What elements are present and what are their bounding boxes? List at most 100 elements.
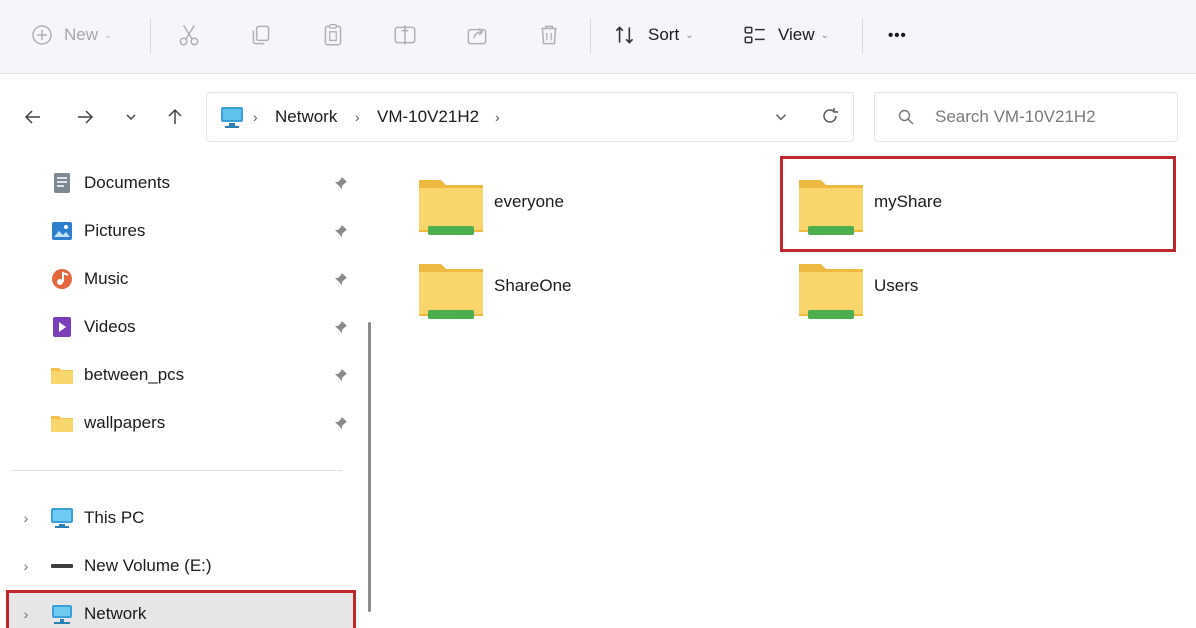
sidebar-item-pictures[interactable]: Pictures: [46, 214, 360, 248]
rename-icon: [392, 22, 418, 48]
rename-button[interactable]: [392, 0, 418, 70]
view-button[interactable]: View ⌄: [742, 0, 829, 70]
more-icon: •••: [888, 26, 907, 44]
pin-icon[interactable]: [332, 174, 350, 192]
pin-icon[interactable]: [332, 270, 350, 288]
folder-name: Users: [874, 276, 919, 295]
sidebar-scrollbar[interactable]: [368, 322, 371, 612]
sidebar-item-this-pc[interactable]: This PC: [46, 501, 360, 535]
sidebar-item-label: Pictures: [84, 221, 146, 240]
shared-folder-icon: [799, 180, 863, 235]
chevron-down-icon: [775, 114, 787, 121]
folder-name: myShare: [874, 192, 943, 211]
breadcrumb-separator: ›: [253, 109, 258, 125]
toolbar-divider: [862, 18, 863, 54]
network-icon: [219, 105, 245, 134]
arrow-up-icon: [168, 108, 182, 124]
copy-button[interactable]: [248, 0, 274, 70]
sidebar-item-new-volume[interactable]: New Volume (E:): [46, 549, 360, 583]
refresh-button[interactable]: [819, 105, 841, 132]
folder-icon: [50, 363, 74, 387]
back-button[interactable]: [18, 100, 48, 134]
address-dropdown-button[interactable]: [773, 109, 789, 130]
sidebar-divider: [12, 470, 342, 471]
folder-icon: [50, 411, 74, 435]
command-bar: New ⌄ Sort ⌄ View ⌄ •••: [0, 0, 1196, 74]
sort-label: Sort: [648, 25, 680, 44]
shared-folder-icon: [419, 180, 483, 235]
breadcrumb-separator: ›: [495, 109, 500, 125]
pin-icon[interactable]: [332, 366, 350, 384]
plus-circle-icon: [30, 23, 54, 47]
new-button[interactable]: New ⌄: [30, 0, 112, 70]
new-label: New: [64, 25, 99, 44]
shared-folder-icon: [419, 264, 483, 319]
clipboard-icon: [320, 22, 346, 48]
address-bar[interactable]: › Network › VM-10V21H2 ›: [206, 92, 854, 142]
chevron-down-icon: ⌄: [104, 29, 113, 41]
recent-locations-button[interactable]: [116, 100, 146, 134]
documents-icon: [50, 171, 74, 195]
chevron-down-icon: [126, 114, 136, 121]
music-icon: [50, 267, 74, 291]
up-button[interactable]: [160, 100, 190, 134]
search-input[interactable]: Search VM-10V21H2: [935, 93, 1096, 141]
chevron-down-icon: ⌄: [820, 29, 829, 41]
folder-shareone[interactable]: ShareOne: [418, 260, 778, 330]
toolbar-divider: [150, 18, 151, 54]
share-icon: [464, 22, 490, 48]
sidebar-item-label: Network: [84, 604, 147, 623]
arrow-right-icon: [78, 110, 94, 124]
sort-arrows-icon: [612, 22, 638, 48]
refresh-icon: [823, 108, 838, 123]
network-icon: [50, 602, 74, 626]
sidebar-item-between-pcs[interactable]: between_pcs: [46, 358, 360, 392]
delete-button[interactable]: [536, 0, 562, 70]
sidebar-item-label: New Volume (E:): [84, 556, 212, 575]
view-label: View: [778, 25, 815, 44]
copy-icon: [248, 22, 274, 48]
pin-icon[interactable]: [332, 318, 350, 336]
shared-folder-icon: [799, 264, 863, 319]
sidebar-item-videos[interactable]: Videos: [46, 310, 360, 344]
share-button[interactable]: [464, 0, 490, 70]
folder-name: everyone: [494, 192, 564, 211]
cut-button[interactable]: [176, 0, 202, 70]
pin-icon[interactable]: [332, 414, 350, 432]
view-list-icon: [742, 22, 768, 48]
breadcrumb-separator: ›: [355, 109, 360, 125]
sidebar-item-network[interactable]: Network: [46, 597, 360, 628]
paste-button[interactable]: [320, 0, 346, 70]
sidebar-item-label: Documents: [84, 173, 170, 192]
sort-button[interactable]: Sort ⌄: [612, 0, 694, 70]
chevron-down-icon: ⌄: [685, 29, 694, 41]
chevron-right-icon[interactable]: ›: [18, 506, 34, 530]
breadcrumb-network[interactable]: Network: [275, 93, 337, 141]
trash-icon: [536, 22, 562, 48]
folder-myshare[interactable]: myShare: [798, 176, 1158, 246]
search-box[interactable]: Search VM-10V21H2: [874, 92, 1178, 142]
toolbar-divider: [590, 18, 591, 54]
forward-button[interactable]: [70, 100, 100, 134]
pin-icon[interactable]: [332, 222, 350, 240]
sidebar-item-wallpapers[interactable]: wallpapers: [46, 406, 360, 440]
sidebar-item-label: Music: [84, 269, 129, 288]
drive-icon: [50, 554, 74, 578]
pc-icon: [50, 506, 74, 530]
sidebar-item-label: between_pcs: [84, 365, 185, 384]
folder-everyone[interactable]: everyone: [418, 176, 778, 246]
pictures-icon: [50, 219, 74, 243]
videos-icon: [50, 315, 74, 339]
sidebar-item-label: This PC: [84, 508, 145, 527]
scissors-icon: [176, 22, 202, 48]
sidebar-item-label: Videos: [84, 317, 136, 336]
search-icon: [897, 108, 915, 131]
sidebar-item-label: wallpapers: [84, 413, 166, 432]
folder-users[interactable]: Users: [798, 260, 1158, 330]
more-options-button[interactable]: •••: [888, 0, 907, 70]
sidebar-item-documents[interactable]: Documents: [46, 166, 360, 200]
chevron-right-icon[interactable]: ›: [18, 602, 34, 626]
breadcrumb-vm[interactable]: VM-10V21H2: [377, 93, 479, 141]
chevron-right-icon[interactable]: ›: [18, 554, 34, 578]
sidebar-item-music[interactable]: Music: [46, 262, 360, 296]
